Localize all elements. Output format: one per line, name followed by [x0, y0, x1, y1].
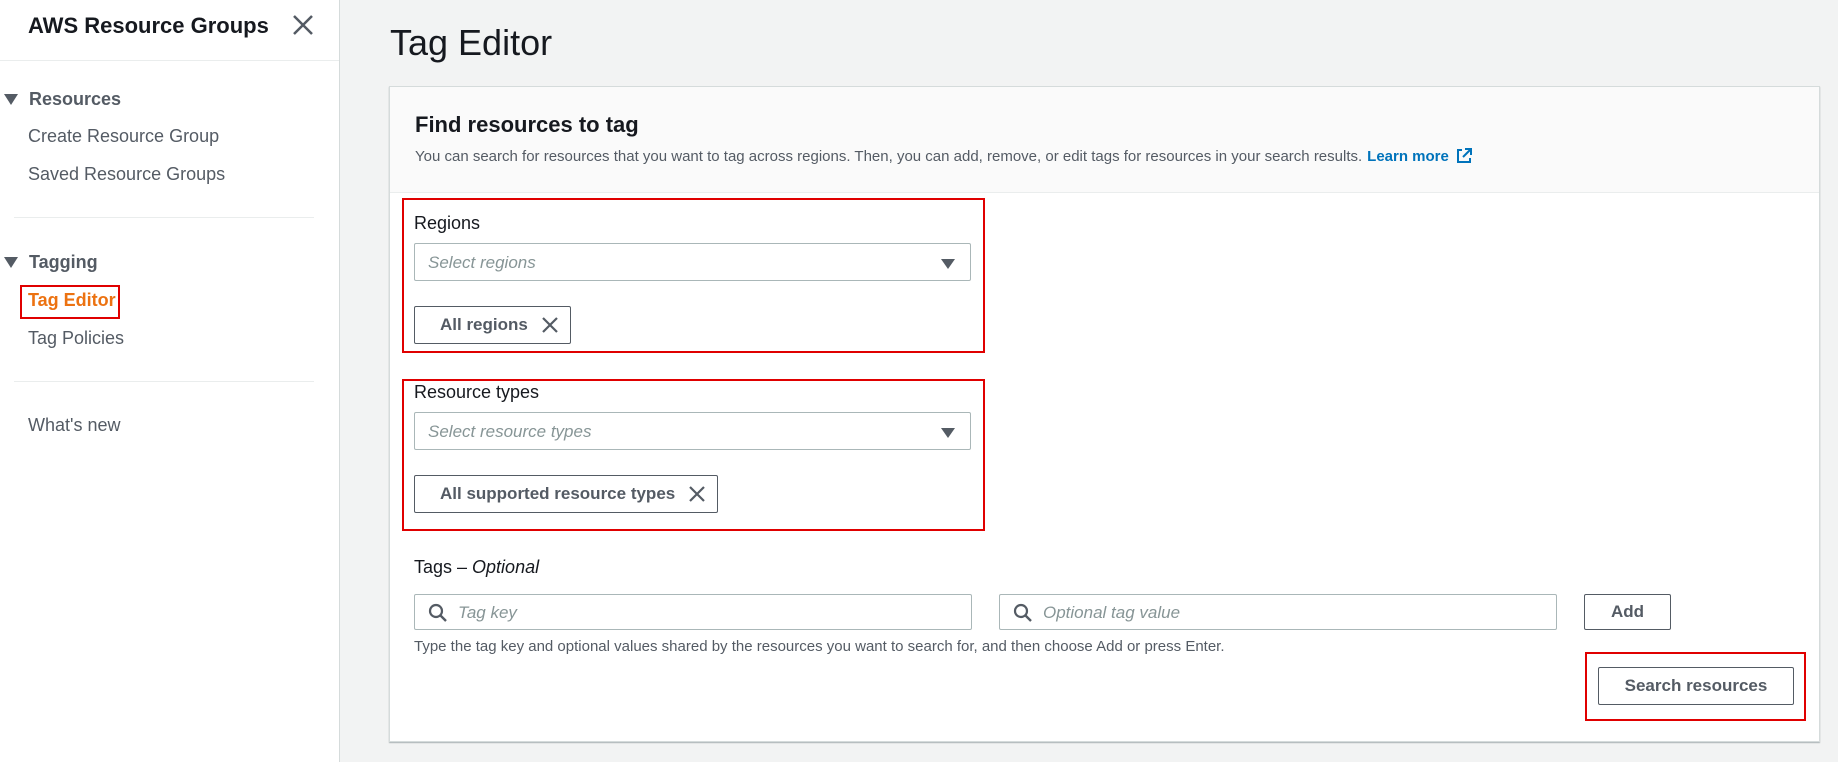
panel-description: You can search for resources that you wa…: [415, 147, 1473, 165]
tag-key-input[interactable]: Tag key: [414, 594, 972, 630]
regions-placeholder: Select regions: [428, 253, 536, 272]
sidebar-divider: [14, 381, 314, 382]
tag-value-input[interactable]: Optional tag value: [999, 594, 1557, 630]
learn-more-link[interactable]: Learn more: [1367, 148, 1449, 165]
description-text: You can search for resources that you wa…: [415, 147, 1363, 165]
tags-hint: Type the tag key and optional values sha…: [414, 638, 1225, 655]
search-icon: [1013, 603, 1032, 622]
tag-value-placeholder: Optional tag value: [1043, 603, 1181, 622]
sidebar-section-tagging[interactable]: Tagging: [4, 252, 98, 273]
sidebar-item-tag-policies[interactable]: Tag Policies: [28, 328, 124, 349]
panel-header: Find resources to tag You can search for…: [390, 87, 1819, 193]
region-token: All regions: [414, 306, 571, 344]
sidebar-item-saved-resource-groups[interactable]: Saved Resource Groups: [28, 164, 225, 185]
sidebar-item-tag-editor[interactable]: Tag Editor: [28, 290, 116, 311]
sidebar: AWS Resource Groups Resources Create Res…: [0, 0, 340, 762]
tag-key-placeholder: Tag key: [458, 603, 517, 622]
tags-label: Tags – Optional: [414, 557, 539, 578]
remove-token-icon[interactable]: [540, 315, 560, 335]
resource-type-token: All supported resource types: [414, 475, 719, 513]
resource-types-label: Resource types: [414, 382, 540, 402]
sidebar-item-create-resource-group[interactable]: Create Resource Group: [28, 126, 219, 147]
resource-types-placeholder: Select resource types: [428, 422, 592, 441]
close-icon[interactable]: [290, 12, 316, 38]
sidebar-title: AWS Resource Groups: [28, 13, 269, 38]
caret-down-icon: [4, 257, 18, 268]
regions-label: Regions: [414, 213, 481, 233]
add-tag-button[interactable]: Add: [1584, 594, 1671, 630]
find-resources-panel: Find resources to tag You can search for…: [389, 86, 1820, 742]
sidebar-divider: [14, 217, 314, 218]
token-label: All regions: [440, 315, 528, 334]
caret-down-icon: [941, 428, 955, 438]
resource-types-select[interactable]: Select resource types: [414, 412, 971, 450]
search-icon: [428, 603, 447, 622]
section-label: Tagging: [29, 252, 98, 272]
page-title: Tag Editor: [390, 22, 553, 63]
external-link-icon[interactable]: [1455, 147, 1473, 165]
tags-optional-text: Optional: [472, 557, 540, 577]
regions-select[interactable]: Select regions: [414, 243, 971, 281]
remove-token-icon[interactable]: [687, 484, 707, 504]
section-label: Resources: [29, 89, 122, 109]
panel-title: Find resources to tag: [415, 112, 639, 137]
sidebar-item-whats-new[interactable]: What's new: [28, 415, 120, 436]
tags-label-text: Tags –: [414, 557, 473, 577]
sidebar-header: AWS Resource Groups: [0, 0, 339, 61]
caret-down-icon: [941, 259, 955, 269]
caret-down-icon: [4, 94, 18, 105]
search-resources-button[interactable]: Search resources: [1598, 667, 1794, 705]
token-label: All supported resource types: [440, 484, 676, 503]
sidebar-section-resources[interactable]: Resources: [4, 89, 121, 110]
